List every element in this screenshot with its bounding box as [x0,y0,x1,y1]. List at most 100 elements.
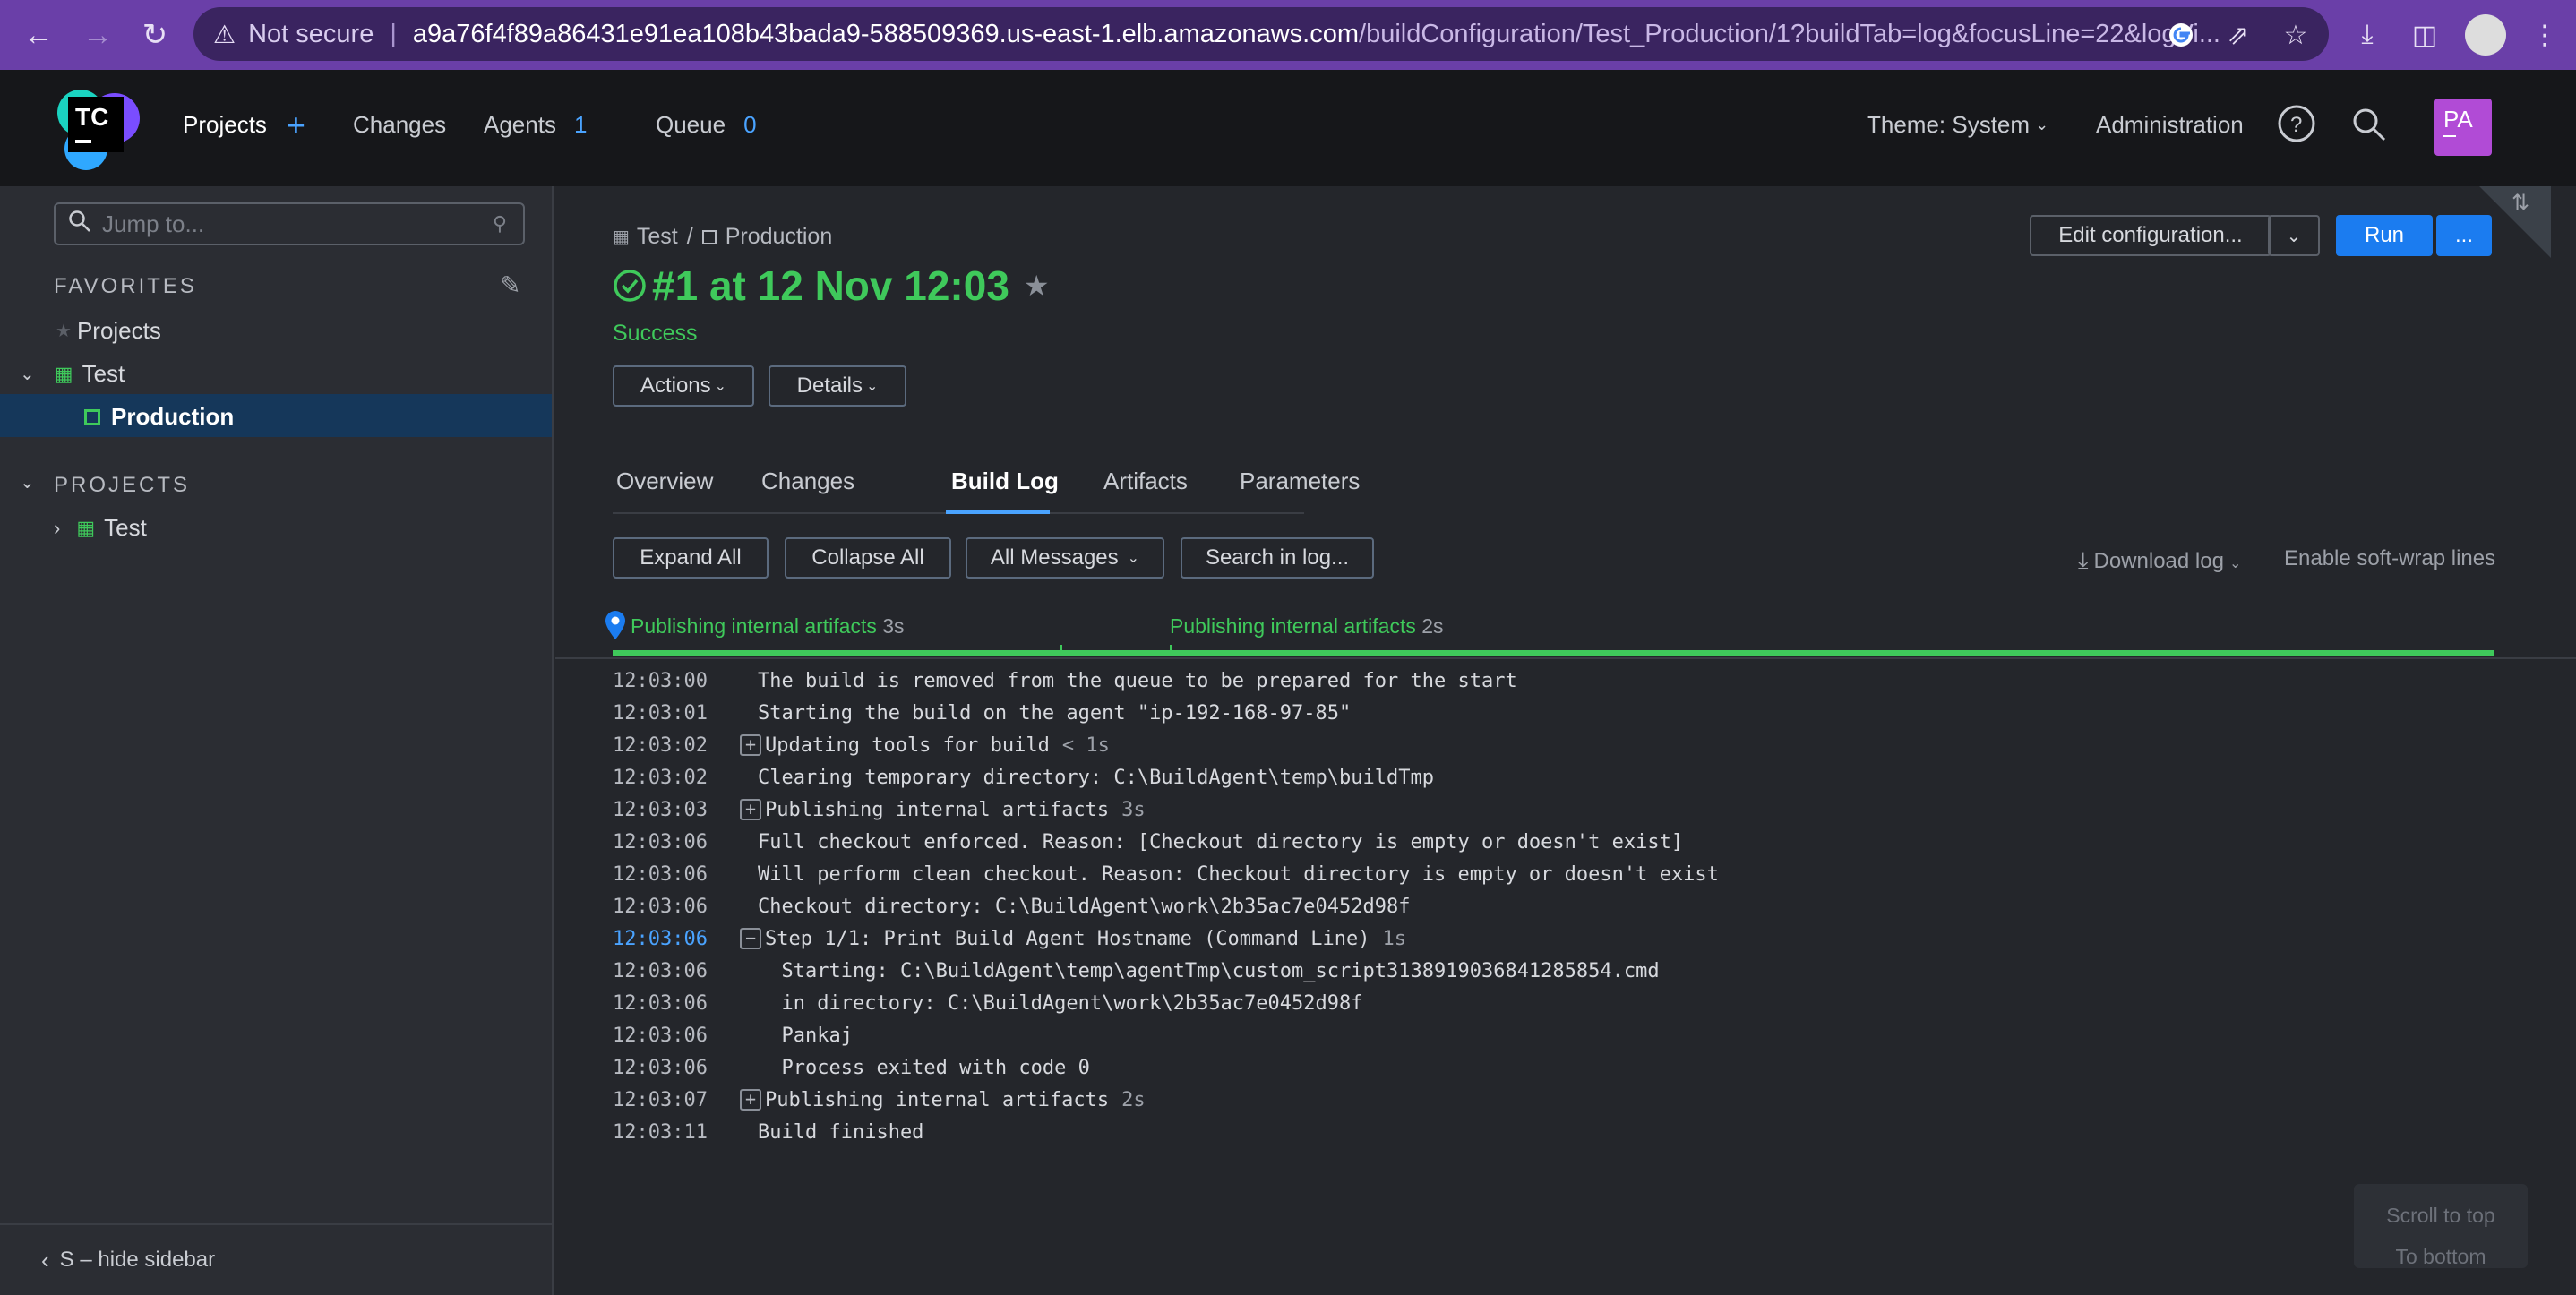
favorite-test[interactable]: ⌄ ▦ Test [20,360,125,388]
collapse-all-button[interactable]: Collapse All [785,537,951,579]
project-icon: ▦ [76,516,96,539]
log-message: Step 1/1: Print Build Agent Hostname (Co… [765,927,1370,950]
expand-all-button[interactable]: Expand All [613,537,769,579]
profile-avatar[interactable] [2465,14,2506,56]
swap-icon[interactable]: ⇅ [2512,190,2529,216]
run-button[interactable]: Run [2336,215,2433,256]
search-icon [68,210,91,239]
chevron-right-icon[interactable]: › [54,517,60,540]
tab-changes[interactable]: Changes [761,467,854,495]
tab-parameters[interactable]: Parameters [1240,467,1360,495]
timeline-tick [1060,645,1062,654]
log-line[interactable]: 12:03:06 Pankaj [613,1019,1867,1051]
search-in-log-button[interactable]: Search in log... [1181,537,1374,579]
location-pin-icon[interactable] [602,609,629,646]
expand-icon[interactable]: + [740,799,761,820]
star-icon[interactable]: ★ [1024,269,1050,303]
agents-count: 1 [573,111,588,138]
chevron-down-icon[interactable]: ⌄ [20,471,35,493]
menu-kebab-icon[interactable]: ⋮ [2524,13,2565,57]
tab-build-log[interactable]: Build Log [951,467,1059,495]
nav-changes[interactable]: Changes [353,111,446,139]
edit-config-dropdown[interactable]: ⌄ [2268,215,2320,256]
expand-icon[interactable]: + [740,734,761,756]
theme-selector[interactable]: Theme: System ⌄ [1867,111,2048,139]
project-icon: ▦ [613,227,630,247]
project-test[interactable]: › ▦ Test [54,514,147,542]
expand-icon[interactable]: + [740,1089,761,1111]
bookmark-star-icon[interactable]: ☆ [2275,13,2316,57]
search-icon[interactable] [2350,106,2388,143]
google-icon[interactable] [2160,13,2202,57]
log-line[interactable]: 12:03:07 + Publishing internal artifacts 2s [613,1084,1867,1116]
add-project-icon[interactable]: + [287,108,305,141]
download-log-dropdown[interactable]: ⤓ Download log ⌄ [2078,546,2241,575]
softwrap-toggle[interactable]: Enable soft-wrap lines [2284,546,2495,571]
log-line[interactable]: 12:03:00 The build is removed from the qu… [613,665,1867,697]
log-line[interactable]: 12:03:06 Will perform clean checkout. Rea… [613,858,1867,890]
log-line[interactable]: 12:03:03 + Publishing internal artifacts 3s [613,793,1867,826]
teamcity-logo[interactable]: TC [54,86,143,172]
log-line[interactable]: 12:03:06 Starting: C:\BuildAgent\temp\ag… [613,955,1867,987]
back-icon[interactable]: ← [16,13,61,57]
download-icon[interactable]: ⤓ [2347,13,2388,57]
details-dropdown[interactable]: Details ⌄ [769,365,906,407]
timeline-tick [1170,645,1172,654]
favorite-projects[interactable]: ★ Projects [56,317,161,345]
build-title: #1 at 12 Nov 12:03 ★ [613,262,1050,310]
actions-dropdown[interactable]: Actions ⌄ [613,365,754,407]
log-duration: 3s [1121,798,1146,821]
star-icon: ★ [56,322,72,341]
jump-to-input[interactable]: Jump to... ⚲ [54,202,525,245]
all-messages-dropdown[interactable]: All Messages ⌄ [966,537,1164,579]
help-icon[interactable]: ? [2277,104,2316,143]
scroll-to-top-button[interactable]: Scroll to top [2354,1195,2528,1236]
favorite-production-row[interactable] [0,394,552,437]
nav-agents[interactable]: Agents 1 [484,111,587,139]
share-icon[interactable]: ⇗ [2218,13,2259,57]
jump-to-placeholder: Jump to... [102,210,205,237]
side-panel-icon[interactable]: ◫ [2404,13,2445,57]
scroll-controls: Scroll to top To bottom [2354,1184,2528,1268]
edit-configuration-button[interactable]: Edit configuration... [2030,215,2271,256]
tab-artifacts[interactable]: Artifacts [1103,467,1188,495]
nav-administration[interactable]: Administration [2096,111,2244,139]
favorite-test-label: Test [82,360,125,387]
log-line[interactable]: 12:03:02 + Updating tools for build < 1s [613,729,1867,761]
scroll-to-bottom-button[interactable]: To bottom [2354,1236,2528,1277]
timeline-bar[interactable] [613,650,2494,656]
forward-icon[interactable]: → [75,13,120,57]
log-line[interactable]: 12:03:06 − Step 1/1: Print Build Agent Hos… [613,922,1867,955]
chevron-down-icon[interactable]: ⌄ [20,363,35,385]
edit-favorites-icon[interactable]: ✎ [500,270,520,300]
log-line[interactable]: 12:03:06 Full checkout enforced. Reason: … [613,826,1867,858]
log-line[interactable]: 12:03:02 Clearing temporary directory: C:… [613,761,1867,793]
log-timestamp: 12:03:06 [613,895,708,918]
nav-queue[interactable]: Queue 0 [656,111,757,139]
run-options-button[interactable]: ... [2436,215,2492,256]
log-line[interactable]: 12:03:06 in directory: C:\BuildAgent\wor… [613,987,1867,1019]
log-line[interactable]: 12:03:11 Build finished [613,1116,1867,1148]
hide-sidebar-button[interactable]: ‹ S – hide sidebar [0,1223,552,1295]
reload-icon[interactable]: ↻ [133,13,177,57]
avatar-underline [2443,135,2456,137]
log-timestamp: 12:03:03 [613,798,708,821]
log-line[interactable]: 12:03:06 Checkout directory: C:\BuildAgen… [613,890,1867,922]
address-bar[interactable]: ⚠ Not secure | a9a76f4f89a86431e91ea108b… [193,7,2329,61]
favorite-production[interactable]: Production [84,403,234,431]
warning-icon: ⚠ [213,20,236,48]
collapse-icon[interactable]: − [740,928,761,949]
tab-overview[interactable]: Overview [616,467,713,495]
log-message: Pankaj [758,1024,853,1047]
nav-projects[interactable]: Projects + [183,108,305,141]
log-line[interactable]: 12:03:06 Process exited with code 0 [613,1051,1867,1084]
build-config-icon [84,408,100,425]
timeline-stage-1[interactable]: Publishing internal artifacts 3s [631,614,905,639]
favorite-projects-label: Projects [76,317,161,344]
timeline-stage-2[interactable]: Publishing internal artifacts 2s [1170,614,1444,639]
log-line[interactable]: 12:03:01 Starting the build on the agent … [613,697,1867,729]
log-message: Starting: C:\BuildAgent\temp\agentTmp\cu… [758,959,1660,982]
crumb-project[interactable]: Test [637,224,678,250]
user-avatar[interactable]: PA [2434,99,2492,156]
crumb-config[interactable]: Production [726,224,833,250]
